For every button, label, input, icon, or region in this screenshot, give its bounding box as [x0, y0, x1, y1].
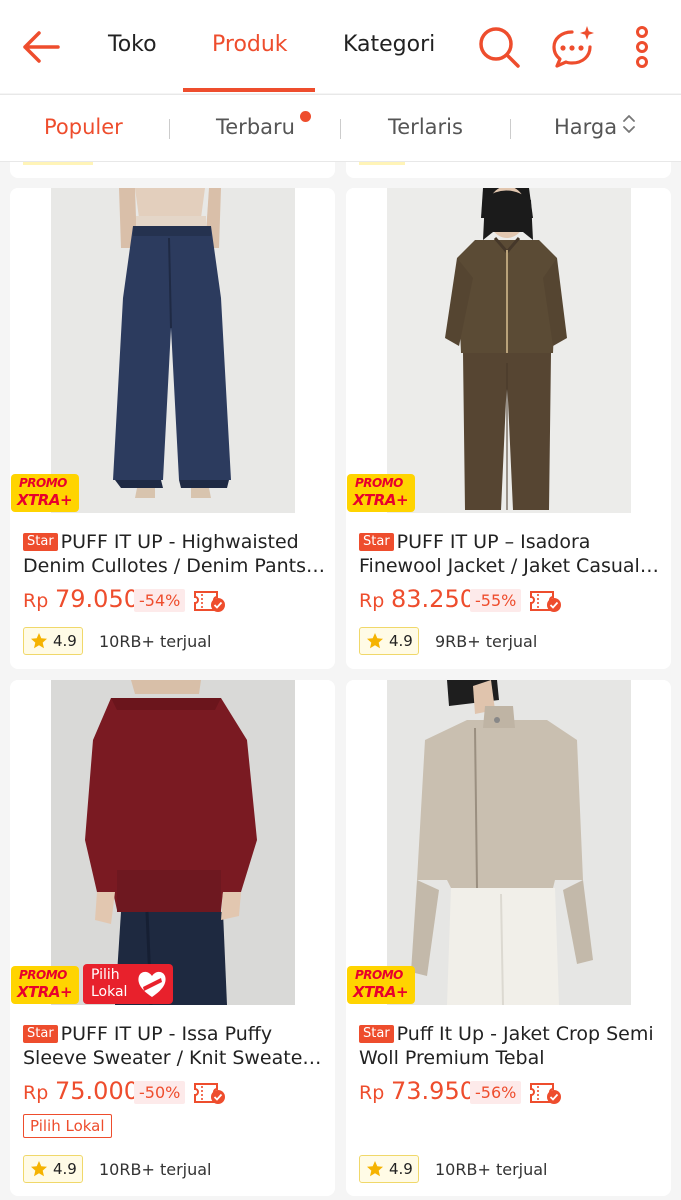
star-icon	[31, 1161, 47, 1177]
pilih-lokal-badge: Pilih Lokal	[83, 964, 173, 1004]
discount-badge: -56%	[470, 1081, 522, 1104]
star-icon	[367, 633, 383, 649]
active-tab-indicator	[183, 88, 315, 92]
sold-count: 9RB+ terjual	[435, 632, 538, 651]
star-seller-badge: Star	[359, 533, 394, 551]
sold-count: 10RB+ terjual	[435, 1160, 548, 1179]
up-down-arrows-icon[interactable]	[621, 113, 637, 135]
more-vertical-icon[interactable]	[619, 24, 665, 70]
product-title[interactable]: Star PUFF IT UP - Highwaisted Denim Cullo…	[23, 530, 326, 578]
price-currency: Rp	[23, 590, 49, 612]
product-card[interactable]: PROMO XTRA+ Star PUFF IT UP – Isadora Fin…	[346, 188, 671, 669]
star-seller-badge: Star	[359, 1025, 394, 1043]
tab-toko[interactable]: Toko	[108, 32, 157, 57]
rating-badge: 4.9	[359, 627, 419, 655]
rating-value: 4.9	[389, 1160, 413, 1178]
promo-xtra-badge: PROMO XTRA+	[347, 474, 415, 512]
sort-harga[interactable]: Harga	[554, 115, 617, 139]
rating-badge: 4.9	[23, 1155, 83, 1183]
product-title[interactable]: Star PUFF IT UP – Isadora Finewool Jacket…	[359, 530, 662, 578]
price-currency: Rp	[359, 1082, 385, 1104]
divider	[169, 119, 170, 139]
search-icon[interactable]	[476, 24, 522, 70]
sold-count: 10RB+ terjual	[99, 1160, 212, 1179]
product-image[interactable]	[387, 680, 631, 1005]
promo-xtra-badge: PROMO XTRA+	[347, 966, 415, 1004]
rating-value: 4.9	[389, 632, 413, 650]
tab-produk[interactable]: Produk	[212, 32, 288, 57]
divider	[510, 119, 511, 139]
price-currency: Rp	[359, 590, 385, 612]
product-card[interactable]: PROMO XTRA+ Star Puff It Up - Jaket Crop …	[346, 680, 671, 1196]
voucher-check-icon	[530, 591, 561, 612]
sold-count: 10RB+ terjual	[99, 632, 212, 651]
product-card[interactable]: PROMO XTRA+ Star PUFF IT UP - Highwaisted…	[10, 188, 335, 669]
star-seller-badge: Star	[23, 1025, 58, 1043]
tab-kategori[interactable]: Kategori	[343, 32, 435, 57]
star-icon	[367, 1161, 383, 1177]
product-price: 73.950	[391, 1077, 475, 1105]
new-indicator-dot	[300, 111, 311, 122]
previous-product-card[interactable]	[10, 162, 335, 178]
rating-value: 4.9	[53, 1160, 77, 1178]
promo-xtra-badge: PROMO XTRA+	[11, 474, 79, 512]
product-price: 75.000	[55, 1077, 139, 1105]
previous-product-card[interactable]	[346, 162, 671, 178]
product-card[interactable]: PROMO XTRA+ Pilih Lokal Star PUFF IT UP -…	[10, 680, 335, 1196]
discount-badge: -55%	[470, 589, 522, 612]
price-currency: Rp	[23, 1082, 49, 1104]
product-price: 79.050	[55, 585, 139, 613]
promo-xtra-badge: PROMO XTRA+	[11, 966, 79, 1004]
voucher-check-icon	[530, 1083, 561, 1104]
product-image[interactable]	[387, 188, 631, 513]
sort-terbaru[interactable]: Terbaru	[216, 115, 295, 139]
sort-terlaris[interactable]: Terlaris	[388, 115, 463, 139]
product-price: 83.250	[391, 585, 475, 613]
sort-bar: Populer Terbaru Terlaris Harga	[0, 94, 681, 162]
discount-badge: -54%	[134, 589, 186, 612]
sort-populer[interactable]: Populer	[44, 115, 123, 139]
product-title[interactable]: Star Puff It Up - Jaket Crop Semi Woll Pr…	[359, 1022, 662, 1070]
product-image[interactable]	[51, 680, 295, 1005]
rating-value: 4.9	[53, 632, 77, 650]
star-icon	[31, 633, 47, 649]
pilih-lokal-tag: Pilih Lokal	[23, 1114, 112, 1138]
chat-icon[interactable]	[550, 24, 596, 70]
product-image[interactable]	[51, 188, 295, 513]
voucher-check-icon	[194, 1083, 225, 1104]
heart-icon	[138, 971, 166, 997]
top-navigation-bar: Toko Produk Kategori	[0, 0, 681, 93]
voucher-check-icon	[194, 591, 225, 612]
rating-badge: 4.9	[359, 1155, 419, 1183]
discount-badge: -50%	[134, 1081, 186, 1104]
star-seller-badge: Star	[23, 533, 58, 551]
divider	[340, 119, 341, 139]
back-arrow-icon[interactable]	[20, 26, 62, 68]
product-title[interactable]: Star PUFF IT UP - Issa Puffy Sleeve Sweat…	[23, 1022, 326, 1070]
rating-badge: 4.9	[23, 627, 83, 655]
